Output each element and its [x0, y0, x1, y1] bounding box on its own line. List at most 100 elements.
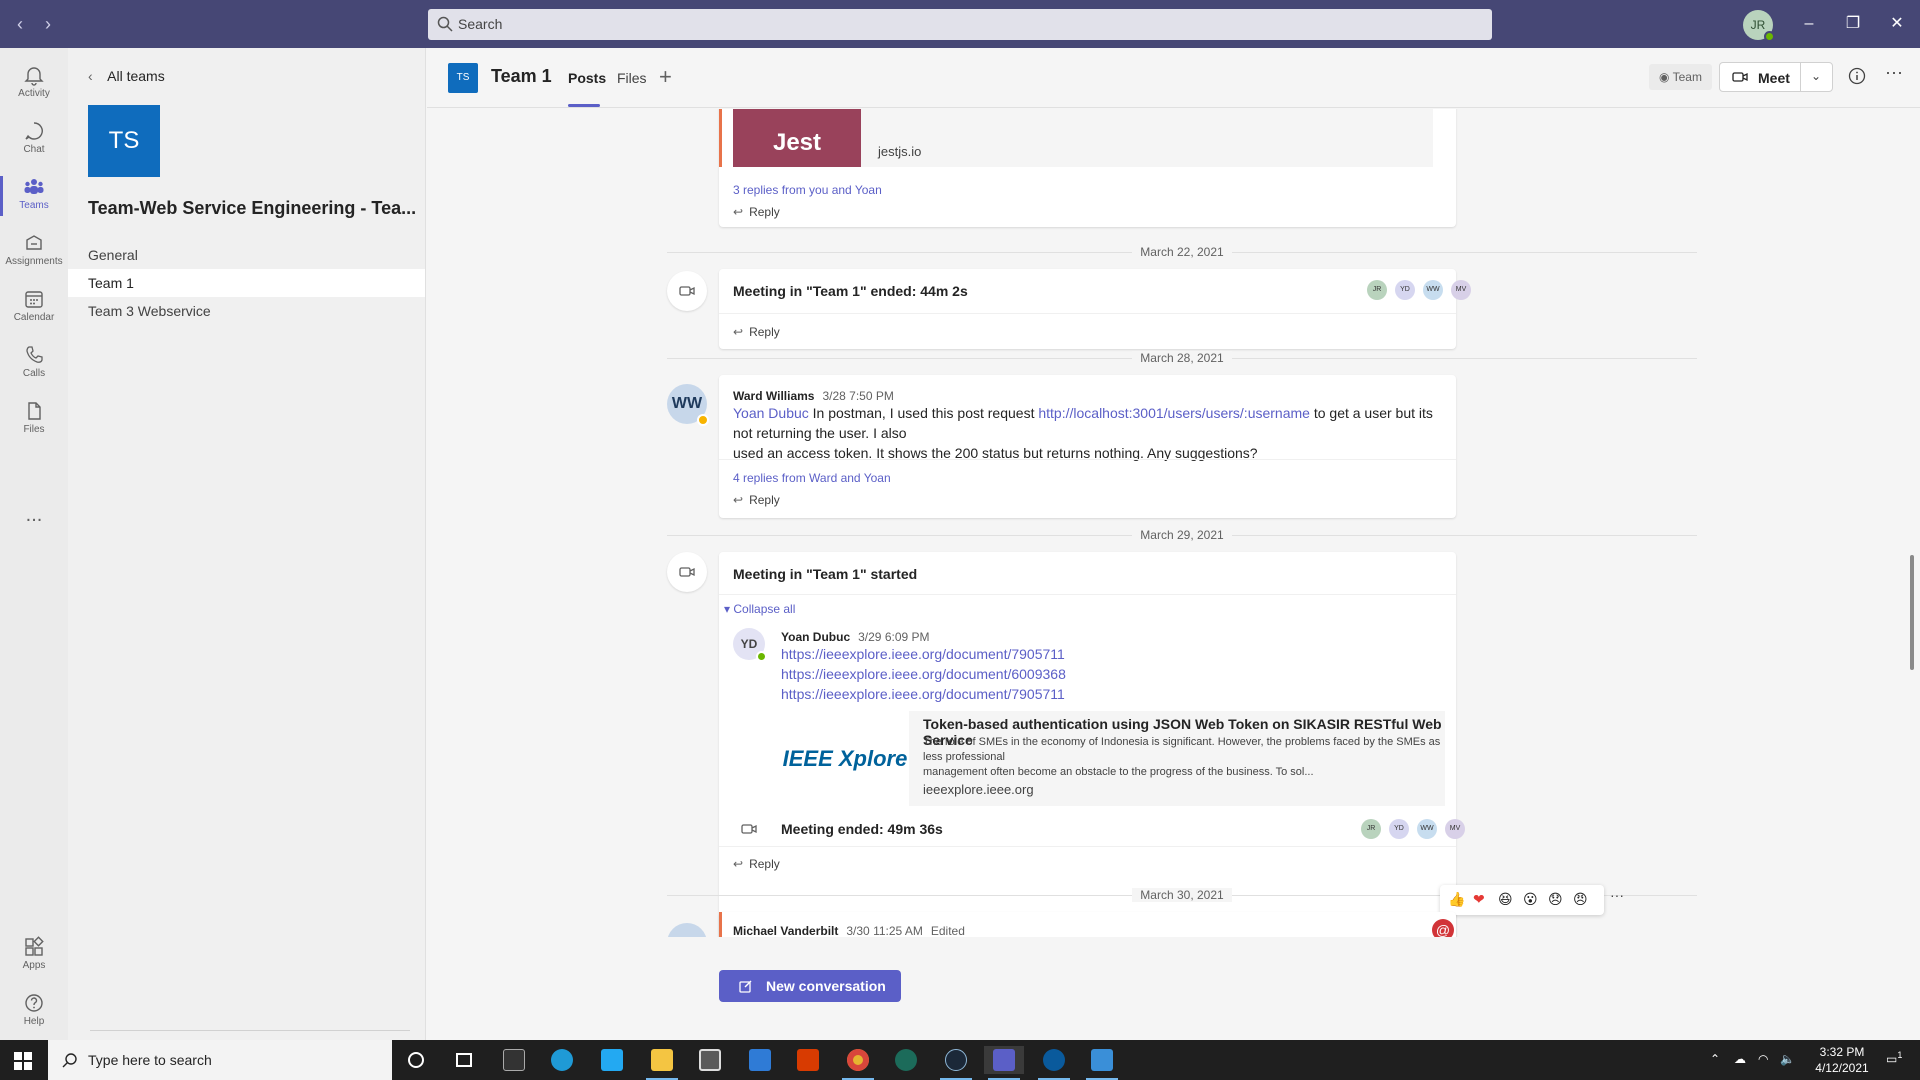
angry-reaction-icon[interactable]: 😠 — [1573, 891, 1588, 908]
store-icon[interactable] — [690, 1046, 730, 1074]
appbar-apps[interactable]: Apps — [0, 928, 68, 984]
appbar-calls[interactable]: Calls — [0, 336, 68, 392]
participant-avatar[interactable]: JR — [1361, 819, 1381, 839]
appbar-files[interactable]: Files — [0, 392, 68, 448]
user-avatar[interactable]: JR — [1743, 10, 1775, 42]
taskbar-search-input[interactable]: Type here to search — [48, 1040, 392, 1080]
office-icon[interactable] — [788, 1046, 828, 1074]
avatar-initials: WW — [671, 395, 703, 412]
vscode-icon[interactable] — [592, 1046, 632, 1074]
chevron-down-icon[interactable]: ⌄ — [1811, 69, 1821, 83]
mail-icon[interactable] — [740, 1046, 780, 1074]
tab-files[interactable]: Files — [617, 70, 647, 86]
tab-posts[interactable]: Posts — [568, 70, 606, 86]
channel-general[interactable]: General — [68, 241, 425, 269]
like-reaction-icon[interactable]: 👍 — [1448, 891, 1465, 908]
collapse-all-button[interactable]: ▾ Collapse all — [724, 602, 795, 616]
sender-name[interactable]: Ward Williams — [733, 389, 814, 403]
new-conversation-button[interactable]: New conversation — [719, 970, 901, 1002]
reply-button[interactable]: ↩ Reply — [733, 205, 780, 219]
wifi-icon[interactable]: ◠ — [1758, 1052, 1768, 1066]
sender-name[interactable]: Yoan Dubuc — [781, 630, 850, 644]
appbar-calendar[interactable]: Calendar — [0, 280, 68, 336]
meet-button[interactable]: Meet ⌄ — [1719, 62, 1833, 92]
app-globe-icon[interactable] — [886, 1046, 926, 1074]
task-view-icon[interactable] — [444, 1046, 484, 1074]
surprised-reaction-icon[interactable]: 😮 — [1523, 891, 1538, 908]
steam-icon[interactable] — [936, 1046, 976, 1080]
channel-team-1[interactable]: Team 1 — [68, 269, 425, 297]
meeting-ended-card: Meeting in "Team 1" ended: 44m 2s JR YD … — [719, 269, 1471, 349]
notification-center-icon[interactable]: ▭1 — [1886, 1050, 1902, 1066]
participant-avatar[interactable]: MV — [1445, 819, 1465, 839]
replies-link[interactable]: 3 replies from you and Yoan — [733, 183, 882, 197]
taskbar-clock[interactable]: 3:32 PM 4/12/2021 — [1804, 1044, 1880, 1076]
chrome-icon[interactable] — [838, 1046, 878, 1080]
edge-icon[interactable] — [542, 1046, 582, 1074]
laugh-reaction-icon[interactable]: 😆 — [1498, 891, 1513, 908]
restore-icon[interactable]: ❐ — [1839, 10, 1867, 38]
teams-taskbar-icon[interactable] — [984, 1046, 1024, 1080]
appbar-assignments[interactable]: Assignments — [0, 224, 68, 280]
team-chip[interactable]: ◉ Team — [1649, 64, 1712, 90]
appbar-help[interactable]: Help — [0, 984, 68, 1040]
terminal-icon[interactable] — [494, 1046, 534, 1074]
more-options-icon[interactable]: ··· — [1610, 887, 1624, 903]
participant-avatar[interactable]: YD — [1395, 280, 1415, 300]
jest-preview-image: Jest — [733, 109, 861, 167]
search-input[interactable]: Search — [428, 9, 1492, 40]
close-icon[interactable]: ✕ — [1883, 10, 1911, 38]
chevron-down-icon: ▾ — [724, 602, 734, 616]
participant-avatar[interactable]: YD — [1389, 819, 1409, 839]
channel-header: TS Team 1 Posts Files + ◉ Team Meet ⌄ ··… — [427, 48, 1920, 108]
volume-icon[interactable]: 🔈 — [1780, 1052, 1795, 1066]
team-name[interactable]: Team-Web Service Engineering - Tea... — [88, 198, 416, 219]
forward-arrow-icon[interactable]: › — [36, 12, 60, 36]
appbar-teams[interactable]: Teams — [0, 168, 68, 224]
date-text: March 29, 2021 — [1132, 528, 1232, 542]
sad-reaction-icon[interactable]: 😞 — [1548, 891, 1563, 908]
post-link[interactable]: http://localhost:3001/users/users/:usern… — [1038, 405, 1310, 421]
windows-start-icon[interactable] — [14, 1052, 32, 1070]
participant-avatar[interactable]: WW — [1423, 280, 1443, 300]
appbar-label: Files — [23, 424, 45, 435]
ieee-link-3[interactable]: https://ieeexplore.ieee.org/document/790… — [781, 684, 1065, 704]
channel-team-3-webservice[interactable]: Team 3 Webservice — [68, 297, 425, 325]
heart-reaction-icon[interactable]: ❤ — [1473, 891, 1485, 908]
appbar-activity[interactable]: Activity — [0, 56, 68, 112]
feed-scrollbar[interactable] — [1910, 555, 1914, 670]
meeting-ended-text: Meeting ended: 49m 36s — [781, 821, 943, 837]
ieee-link-2[interactable]: https://ieeexplore.ieee.org/document/600… — [781, 664, 1066, 684]
minimize-icon[interactable]: – — [1795, 10, 1823, 38]
sender-name[interactable]: Michael Vanderbilt — [733, 924, 838, 938]
back-arrow-icon[interactable]: ‹ — [8, 12, 32, 36]
ieee-link-preview[interactable]: IEEE Xplore Token-based authentication u… — [781, 711, 1445, 806]
tray-chevron-icon[interactable]: ⌃ — [1710, 1052, 1720, 1066]
participant-avatar[interactable]: JR — [1367, 280, 1387, 300]
reply-button[interactable]: ↩ Reply — [733, 325, 780, 339]
replies-link[interactable]: 4 replies from Ward and Yoan — [733, 471, 891, 485]
meet-label: Meet — [1758, 70, 1790, 86]
post-text: In postman, I used this post request — [808, 405, 1039, 421]
add-tab-icon[interactable]: + — [659, 64, 672, 90]
participant-avatar[interactable]: WW — [1417, 819, 1437, 839]
ieee-link-1[interactable]: https://ieeexplore.ieee.org/document/790… — [781, 644, 1065, 664]
search-placeholder: Search — [458, 16, 503, 32]
cortana-icon[interactable] — [396, 1046, 436, 1074]
avatar[interactable]: WW — [667, 384, 709, 426]
all-teams-link[interactable]: ‹ All teams — [88, 68, 165, 84]
link-preview[interactable]: Jest jestjs.io — [733, 109, 1433, 167]
app-circle-icon[interactable] — [1034, 1046, 1074, 1080]
file-explorer-icon[interactable] — [642, 1046, 682, 1080]
onedrive-icon[interactable]: ☁ — [1734, 1052, 1746, 1066]
reply-button[interactable]: ↩ Reply — [733, 857, 780, 871]
appbar-chat[interactable]: Chat — [0, 112, 68, 168]
avatar[interactable]: YD — [733, 628, 767, 662]
info-icon[interactable] — [1848, 67, 1866, 85]
more-apps-icon[interactable]: ... — [0, 504, 68, 527]
more-options-icon[interactable]: ··· — [1885, 62, 1903, 83]
participant-avatar[interactable]: MV — [1451, 280, 1471, 300]
mention[interactable]: Yoan Dubuc — [733, 405, 809, 421]
reply-button[interactable]: ↩ Reply — [733, 493, 780, 507]
photos-icon[interactable] — [1082, 1046, 1122, 1080]
